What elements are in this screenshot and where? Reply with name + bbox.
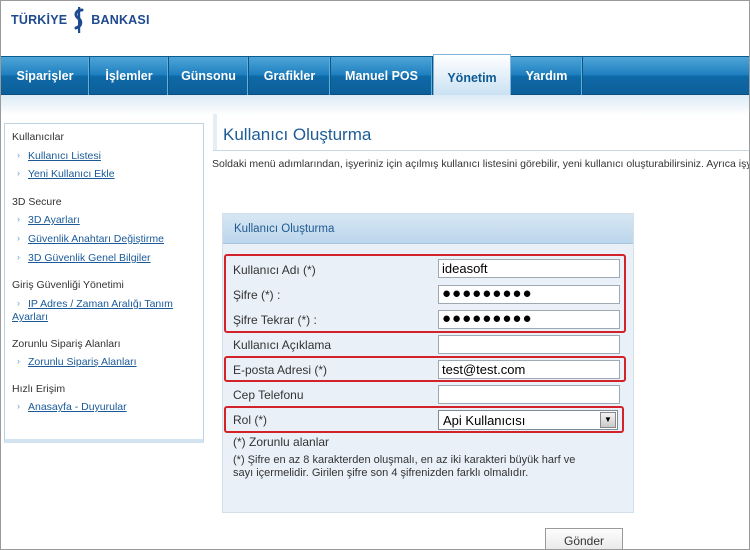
sidebar-item-ip-adres-zaman-cont[interactable]: Ayarları (12, 311, 48, 323)
sidebar-item-3d-guvenlik-bilgiler[interactable]: 3D Güvenlik Genel Bilgiler (28, 252, 151, 264)
nav-item-yonetim[interactable]: Yönetim (433, 54, 511, 96)
sidebar-item-3d-ayarlari[interactable]: 3D Ayarları (28, 214, 80, 226)
nav-item-gunsonu[interactable]: Günsonu (169, 57, 249, 95)
sidebar-item-ip-adres-zaman[interactable]: IP Adres / Zaman Aralığı Tanım (28, 298, 173, 310)
logo-mark-icon (74, 7, 84, 33)
phone-label: Cep Telefonu (233, 388, 304, 402)
chevron-right-icon: › (17, 214, 20, 224)
email-label: E-posta Adresi (*) (233, 363, 328, 377)
username-field[interactable]: ideasoft (438, 259, 620, 278)
form-header: Kullanıcı Oluşturma (223, 214, 633, 244)
title-divider (213, 150, 749, 151)
sidebar-item-yeni-kullanici-ekle[interactable]: Yeni Kullanıcı Ekle (28, 168, 115, 180)
logo-text-left: TÜRKİYE (11, 13, 68, 27)
role-select[interactable]: Api Kullanıcısı ▼ (438, 410, 618, 430)
sidebar-item-guvenlik-anahtari[interactable]: Güvenlik Anahtarı Değiştirme (28, 233, 164, 245)
description-label: Kullanıcı Açıklama (233, 338, 332, 352)
password-repeat-field[interactable]: ●●●●●●●●● (438, 310, 620, 329)
bank-logo[interactable]: TÜRKİYE BANKASI (11, 7, 150, 33)
sidebar-item-zorunlu-siparis-alanlari[interactable]: Zorunlu Sipariş Alanları (28, 356, 137, 368)
password-repeat-label: Şifre Tekrar (*) : (233, 313, 317, 327)
page-title: Kullanıcı Oluşturma (223, 125, 372, 144)
nav-item-islemler[interactable]: İşlemler (90, 57, 169, 95)
username-label: Kullanıcı Adı (*) (233, 263, 316, 277)
nav-item-grafikler[interactable]: Grafikler (249, 57, 331, 95)
form-header-title: Kullanıcı Oluşturma (234, 223, 335, 235)
sidebar-group-3d-secure: 3D Secure (12, 196, 62, 208)
chevron-right-icon: › (17, 150, 20, 160)
nav-shadow-strip (1, 95, 749, 115)
submit-button[interactable]: Gönder (545, 528, 623, 549)
nav-item-yardim[interactable]: Yardım (511, 57, 583, 95)
sidebar-group-giris-guvenligi: Giriş Güvenliği Yönetimi (12, 279, 124, 291)
sidebar-group-kullanicilar: Kullanıcılar (12, 131, 64, 143)
password-field[interactable]: ●●●●●●●●● (438, 285, 620, 304)
password-rule-line-1: (*) Şifre en az 8 karakterden oluşmalı, … (233, 454, 576, 466)
role-label: Rol (*) (233, 413, 268, 427)
chevron-right-icon: › (17, 168, 20, 178)
password-label: Şifre (*) : (233, 288, 281, 302)
chevron-right-icon: › (17, 298, 20, 308)
app-window: TÜRKİYE BANKASI Siparişler İşlemler Güns… (0, 0, 750, 550)
nav-item-siparisler[interactable]: Siparişler (1, 57, 90, 95)
description-field[interactable] (438, 335, 620, 354)
chevron-down-icon[interactable]: ▼ (600, 412, 616, 428)
required-fields-note: (*) Zorunlu alanlar (233, 435, 330, 449)
logo-text-right: BANKASI (91, 13, 150, 27)
main-nav: Siparişler İşlemler Günsonu Grafikler Ma… (1, 54, 749, 96)
chevron-right-icon: › (17, 401, 20, 411)
sidebar-group-zorunlu-siparis: Zorunlu Sipariş Alanları (12, 338, 121, 350)
chevron-right-icon: › (17, 356, 20, 366)
password-rule-line-2: sayı içermelidir. Girilen şifre son 4 şi… (233, 467, 529, 479)
chevron-right-icon: › (17, 233, 20, 243)
page-description: Soldaki menü adımlarından, işyeriniz içi… (212, 158, 750, 170)
sidebar-item-kullanici-listesi[interactable]: Kullanıcı Listesi (28, 150, 101, 162)
sidebar-item-anasayfa-duyurular[interactable]: Anasayfa - Duyurular (28, 401, 127, 413)
role-select-value: Api Kullanıcısı (443, 413, 526, 428)
chevron-right-icon: › (17, 252, 20, 262)
title-accent-bar (213, 114, 217, 151)
email-field[interactable]: test@test.com (438, 360, 620, 379)
phone-field[interactable] (438, 385, 620, 404)
nav-item-manuel-pos[interactable]: Manuel POS (331, 57, 433, 95)
sidebar-group-hizli-erisim: Hızlı Erişim (12, 383, 66, 395)
header: TÜRKİYE BANKASI (1, 1, 749, 56)
